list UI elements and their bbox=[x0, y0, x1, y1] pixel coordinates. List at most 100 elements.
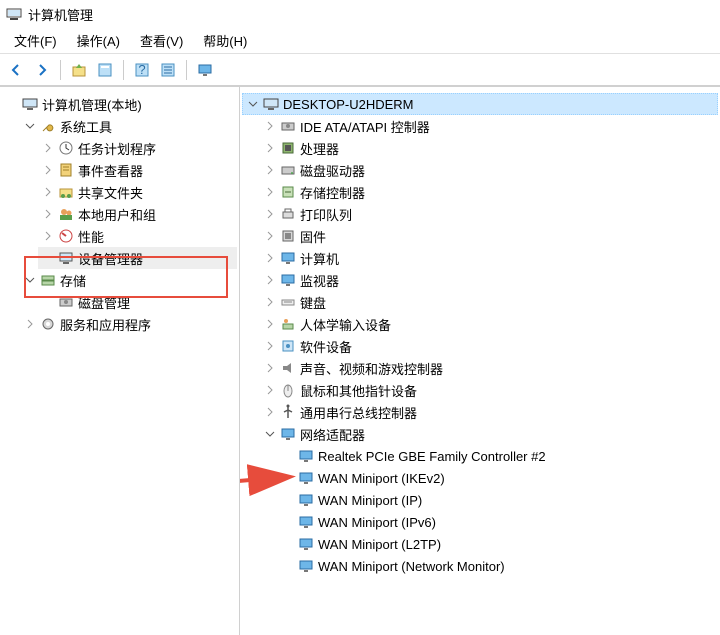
node-ide[interactable]: IDE ATA/ATAPI 控制器 bbox=[260, 115, 718, 137]
window-title: 计算机管理 bbox=[28, 5, 93, 24]
chevron-right-icon[interactable] bbox=[262, 206, 278, 222]
node-system-tools[interactable]: 系统工具 bbox=[20, 115, 237, 137]
node-label: 性能 bbox=[78, 227, 110, 246]
chevron-right-icon[interactable] bbox=[40, 140, 56, 156]
node-label: 软件设备 bbox=[300, 337, 358, 356]
expander-icon[interactable] bbox=[4, 96, 20, 112]
titlebar: 计算机管理 bbox=[0, 0, 720, 28]
chevron-down-icon[interactable] bbox=[22, 118, 38, 134]
menu-view[interactable]: 查看(V) bbox=[130, 29, 193, 52]
node-label: 处理器 bbox=[300, 139, 345, 158]
content-area: 计算机管理(本地) 系统工具 任务计划程序 bbox=[0, 86, 720, 635]
node-netAdapters[interactable]: 网络适配器 bbox=[260, 423, 718, 445]
node-local-users[interactable]: 本地用户和组 bbox=[38, 203, 237, 225]
empty-expander bbox=[280, 492, 296, 508]
node-services[interactable]: 服务和应用程序 bbox=[20, 313, 237, 335]
back-button[interactable] bbox=[4, 58, 28, 82]
empty-expander bbox=[280, 536, 296, 552]
node-mouse[interactable]: 鼠标和其他指针设备 bbox=[260, 379, 718, 401]
chevron-right-icon[interactable] bbox=[262, 382, 278, 398]
node-net1[interactable]: WAN Miniport (IKEv2) bbox=[278, 467, 718, 489]
node-label: 磁盘管理 bbox=[78, 293, 136, 312]
node-event-viewer[interactable]: 事件查看器 bbox=[38, 159, 237, 181]
node-usb[interactable]: 通用串行总线控制器 bbox=[260, 401, 718, 423]
node-label: IDE ATA/ATAPI 控制器 bbox=[300, 117, 436, 136]
node-label: 系统工具 bbox=[60, 117, 118, 136]
node-device-manager[interactable]: 设备管理器 bbox=[38, 247, 237, 269]
node-label: 打印队列 bbox=[300, 205, 358, 224]
node-hid[interactable]: 人体学输入设备 bbox=[260, 313, 718, 335]
node-net3[interactable]: WAN Miniport (IPv6) bbox=[278, 511, 718, 533]
chevron-right-icon[interactable] bbox=[40, 206, 56, 222]
node-diskDrive[interactable]: 磁盘驱动器 bbox=[260, 159, 718, 181]
node-label: 鼠标和其他指针设备 bbox=[300, 381, 423, 400]
menubar: 文件(F) 操作(A) 查看(V) 帮助(H) bbox=[0, 28, 720, 54]
node-cpu[interactable]: 处理器 bbox=[260, 137, 718, 159]
node-net2[interactable]: WAN Miniport (IP) bbox=[278, 489, 718, 511]
node-computer[interactable]: 计算机 bbox=[260, 247, 718, 269]
node-net5[interactable]: WAN Miniport (Network Monitor) bbox=[278, 555, 718, 577]
menu-file[interactable]: 文件(F) bbox=[4, 29, 67, 52]
chevron-right-icon[interactable] bbox=[262, 294, 278, 310]
ide-controller-icon bbox=[280, 118, 296, 134]
properties-button[interactable] bbox=[93, 58, 117, 82]
chevron-right-icon[interactable] bbox=[40, 184, 56, 200]
node-printQueue[interactable]: 打印队列 bbox=[260, 203, 718, 225]
right-tree-pane: DESKTOP-U2HDERM IDE ATA/ATAPI 控制器处理器磁盘驱动… bbox=[240, 87, 720, 635]
node-label: 计算机管理(本地) bbox=[42, 95, 148, 114]
chevron-right-icon[interactable] bbox=[262, 250, 278, 266]
node-computer-mgmt[interactable]: 计算机管理(本地) bbox=[2, 93, 237, 115]
node-shared-folders[interactable]: 共享文件夹 bbox=[38, 181, 237, 203]
list-button[interactable] bbox=[156, 58, 180, 82]
folder-share-icon bbox=[58, 184, 74, 200]
chevron-down-icon[interactable] bbox=[262, 426, 278, 442]
chevron-right-icon[interactable] bbox=[40, 162, 56, 178]
node-firmware[interactable]: 固件 bbox=[260, 225, 718, 247]
node-label: 监视器 bbox=[300, 271, 345, 290]
up-button[interactable] bbox=[67, 58, 91, 82]
node-desktop-root[interactable]: DESKTOP-U2HDERM bbox=[242, 93, 718, 115]
chevron-right-icon[interactable] bbox=[262, 118, 278, 134]
computer-mgmt-icon bbox=[22, 96, 38, 112]
node-label: 共享文件夹 bbox=[78, 183, 149, 202]
computer-icon bbox=[263, 96, 279, 112]
node-net4[interactable]: WAN Miniport (L2TP) bbox=[278, 533, 718, 555]
chevron-right-icon[interactable] bbox=[262, 360, 278, 376]
printer-icon bbox=[280, 206, 296, 222]
chevron-right-icon[interactable] bbox=[40, 228, 56, 244]
monitor-button[interactable] bbox=[193, 58, 217, 82]
chevron-right-icon[interactable] bbox=[262, 228, 278, 244]
node-software[interactable]: 软件设备 bbox=[260, 335, 718, 357]
node-storage[interactable]: 存储 bbox=[20, 269, 237, 291]
monitor-icon bbox=[280, 272, 296, 288]
chevron-right-icon[interactable] bbox=[262, 162, 278, 178]
menu-help[interactable]: 帮助(H) bbox=[193, 29, 257, 52]
forward-button[interactable] bbox=[30, 58, 54, 82]
node-task-scheduler[interactable]: 任务计划程序 bbox=[38, 137, 237, 159]
node-label: WAN Miniport (IKEv2) bbox=[318, 471, 451, 486]
node-net0[interactable]: Realtek PCIe GBE Family Controller #2 bbox=[278, 445, 718, 467]
chevron-down-icon[interactable] bbox=[22, 272, 38, 288]
chevron-right-icon[interactable] bbox=[262, 316, 278, 332]
node-label: 任务计划程序 bbox=[78, 139, 162, 158]
node-storageCtl[interactable]: 存储控制器 bbox=[260, 181, 718, 203]
node-monitor[interactable]: 监视器 bbox=[260, 269, 718, 291]
help-button[interactable]: ? bbox=[130, 58, 154, 82]
empty-expander bbox=[40, 250, 56, 266]
chevron-right-icon[interactable] bbox=[22, 316, 38, 332]
left-tree-pane: 计算机管理(本地) 系统工具 任务计划程序 bbox=[0, 87, 240, 635]
menu-action[interactable]: 操作(A) bbox=[67, 29, 130, 52]
empty-expander bbox=[280, 448, 296, 464]
node-performance[interactable]: 性能 bbox=[38, 225, 237, 247]
node-sound[interactable]: 声音、视频和游戏控制器 bbox=[260, 357, 718, 379]
chevron-right-icon[interactable] bbox=[262, 272, 278, 288]
chevron-right-icon[interactable] bbox=[262, 184, 278, 200]
node-disk-mgmt[interactable]: 磁盘管理 bbox=[38, 291, 237, 313]
chevron-right-icon[interactable] bbox=[262, 140, 278, 156]
left-tree: 计算机管理(本地) 系统工具 任务计划程序 bbox=[2, 93, 237, 335]
chevron-right-icon[interactable] bbox=[262, 404, 278, 420]
node-keyboard[interactable]: 键盘 bbox=[260, 291, 718, 313]
svg-text:?: ? bbox=[138, 62, 145, 77]
chevron-down-icon[interactable] bbox=[245, 96, 261, 112]
chevron-right-icon[interactable] bbox=[262, 338, 278, 354]
